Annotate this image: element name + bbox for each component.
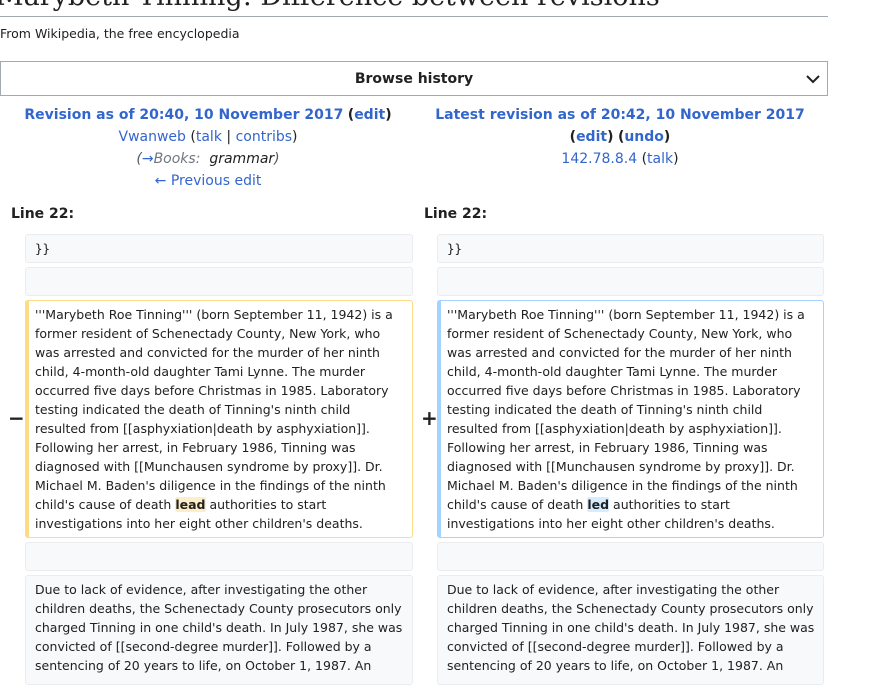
old-context-text: }} (35, 241, 51, 256)
undo-link[interactable]: undo (624, 129, 664, 145)
old-blank-context-line (25, 267, 413, 296)
section-link-arrow[interactable]: → (142, 151, 154, 167)
old-revision-link[interactable]: Revision as of 20:40, 10 November 2017 (24, 107, 343, 123)
old-user-link[interactable]: Vwanweb (119, 129, 186, 145)
new-revision-header: Latest revision as of 20:42, 10 November… (435, 107, 805, 167)
old-next-paragraph: Due to lack of evidence, after investiga… (25, 575, 413, 685)
old-next-paragraph-text: Due to lack of evidence, after investiga… (35, 582, 403, 673)
old-user-contribs-link[interactable]: contribs (236, 129, 292, 145)
added-line-marker: + (421, 406, 438, 430)
old-line-number: Line 22: (11, 206, 75, 222)
new-revision-link[interactable]: Latest revision as of 20:42, 10 November… (435, 107, 805, 123)
new-blank-line-2 (437, 542, 824, 571)
new-blank-context-line (437, 267, 824, 296)
new-context-text: }} (447, 241, 463, 256)
tagline: From Wikipedia, the free encyclopedia (0, 26, 240, 41)
old-context-line: }} (25, 234, 413, 263)
title-divider (0, 16, 828, 17)
removed-text-before: '''Marybeth Roe Tinning''' (born Septemb… (35, 307, 393, 512)
browse-history-toggle[interactable]: Browse history (0, 61, 828, 96)
old-revision-header: Revision as of 20:40, 10 November 2017 (… (0, 104, 416, 192)
new-user-talk-link[interactable]: talk (647, 151, 673, 167)
summary-text: grammar (209, 151, 275, 167)
old-edit-link[interactable]: edit (354, 107, 385, 123)
old-blank-line-2 (25, 542, 413, 571)
added-text-before: '''Marybeth Roe Tinning''' (born Septemb… (447, 307, 805, 512)
new-next-paragraph-text: Due to lack of evidence, after investiga… (447, 582, 815, 673)
browse-history-label: Browse history (354, 70, 474, 87)
new-line-number: Line 22: (424, 206, 488, 222)
page-title: Marybeth Tinning: Difference between rev… (0, 0, 660, 14)
removed-word: lead (175, 497, 206, 512)
removed-line-marker: − (8, 406, 25, 430)
chevron-down-icon (806, 75, 820, 84)
old-user-talk-link[interactable]: talk (196, 129, 222, 145)
summary-section: Books: (153, 151, 201, 167)
new-edit-link[interactable]: edit (576, 129, 607, 145)
new-next-paragraph: Due to lack of evidence, after investiga… (437, 575, 824, 685)
removed-paragraph: '''Marybeth Roe Tinning''' (born Septemb… (25, 300, 413, 538)
new-user-link[interactable]: 142.78.8.4 (561, 151, 637, 167)
edit-summary: (→Books: grammar) (136, 151, 280, 167)
new-context-line: }} (437, 234, 824, 263)
previous-edit-link[interactable]: ← Previous edit (155, 173, 262, 189)
added-word: led (587, 497, 610, 512)
added-paragraph: '''Marybeth Roe Tinning''' (born Septemb… (437, 300, 824, 538)
